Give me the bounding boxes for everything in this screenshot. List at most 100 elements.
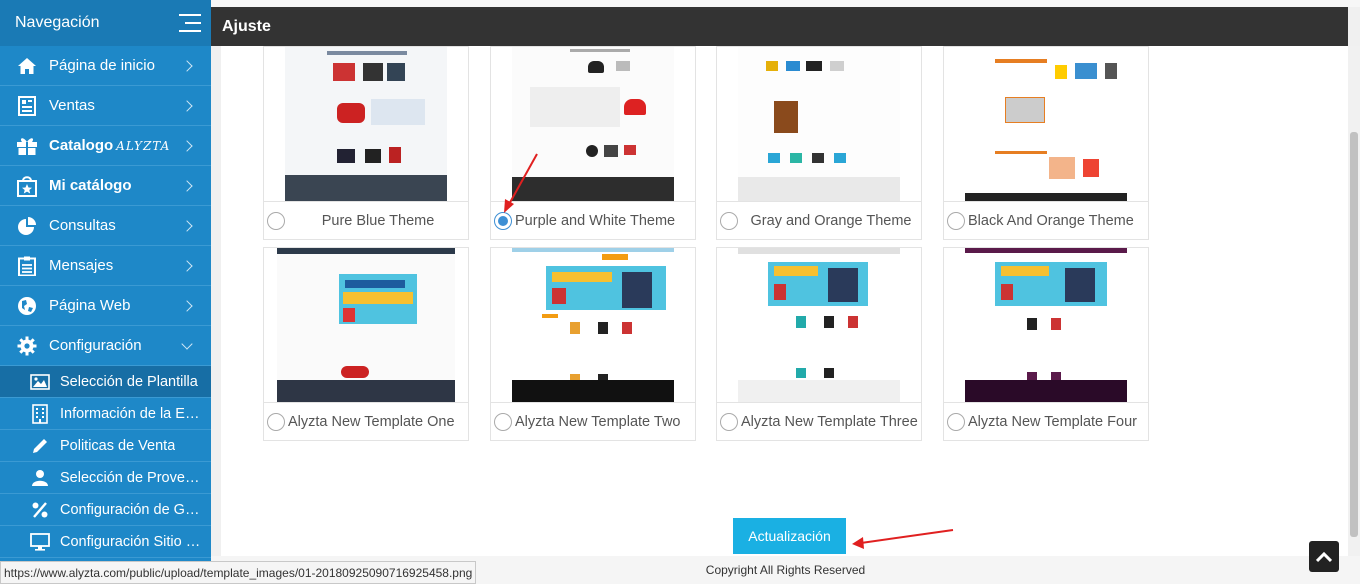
template-option[interactable]: Alyzta New Template Two [491, 402, 695, 440]
sidebar-item-configuracion[interactable]: Configuración [0, 326, 211, 366]
scroll-to-top-button[interactable] [1309, 541, 1339, 572]
sidebar-item-label: Página de inicio [49, 57, 155, 74]
chevron-right-icon [181, 59, 193, 72]
page-title: Ajuste [222, 17, 271, 35]
sidebar-item-mi-catalogo[interactable]: Mi catálogo [0, 166, 211, 206]
template-radio[interactable] [494, 412, 512, 431]
template-option[interactable]: Black And Orange Theme [944, 201, 1148, 239]
home-icon [16, 55, 38, 77]
template-card-alyzta-two[interactable]: Alyzta New Template Two [490, 247, 696, 441]
template-radio[interactable] [720, 211, 738, 230]
chevron-right-icon [181, 139, 193, 152]
chevron-down-icon [181, 337, 193, 350]
template-radio[interactable] [720, 412, 738, 431]
template-radio[interactable] [267, 412, 285, 431]
template-option[interactable]: Alyzta New Template Four [944, 402, 1148, 440]
template-card-black-orange[interactable]: Black And Orange Theme [943, 46, 1149, 240]
top-strip [211, 0, 1360, 7]
template-radio[interactable] [947, 211, 965, 230]
template-thumbnail[interactable] [965, 248, 1127, 402]
percent-icon [30, 500, 50, 520]
sidebar-item-consultas[interactable]: Consultas [0, 206, 211, 246]
chevron-right-icon [181, 219, 193, 232]
template-card-pure-blue[interactable]: Pure Blue Theme [263, 46, 469, 240]
template-name: Alyzta New Template Three [741, 413, 918, 430]
sidebar-item-catalogo[interactable]: Catalogo ALYZTA [0, 126, 211, 166]
chevron-right-icon [181, 99, 193, 112]
sidebar-subitem-seleccion-plantilla[interactable]: Selección de Plantilla [0, 366, 211, 398]
clipboard-icon [16, 255, 38, 277]
chevron-up-icon [1316, 551, 1332, 562]
template-radio[interactable] [267, 211, 285, 230]
sidebar-subitem-label: Politicas de Venta [60, 437, 176, 454]
vertical-scrollbar[interactable] [1348, 46, 1360, 556]
template-thumbnail[interactable] [512, 47, 674, 201]
sidebar-item-pagina-web[interactable]: Página Web [0, 286, 211, 326]
template-name: Pure Blue Theme [321, 212, 435, 229]
globe-icon [16, 295, 38, 317]
sidebar-subitem-label: Configuración Sitio Web [60, 533, 203, 550]
template-thumbnail[interactable] [738, 47, 900, 201]
template-card-alyzta-four[interactable]: Alyzta New Template Four [943, 247, 1149, 441]
sidebar-subitem-politicas-venta[interactable]: Politicas de Venta [0, 430, 211, 462]
template-thumbnail[interactable] [277, 248, 455, 402]
pencil-icon [30, 436, 50, 456]
sidebar-title: Navegación [15, 14, 100, 31]
chevron-right-icon [181, 299, 193, 312]
template-radio[interactable] [947, 412, 965, 431]
template-thumbnail[interactable] [512, 248, 674, 402]
template-option[interactable]: Purple and White Theme [491, 201, 695, 239]
template-option[interactable]: Gray and Orange Theme [717, 201, 921, 239]
copyright-text: Copyright All Rights Reserved [705, 563, 866, 577]
template-option[interactable]: Alyzta New Template One [264, 402, 468, 440]
gift-icon [16, 135, 38, 157]
sidebar-subitem-label: Información de la Empresa [60, 405, 203, 422]
monitor-icon [30, 532, 50, 552]
sidebar-subitem-configuracion-ganancias[interactable]: Configuración de Ganancias [0, 494, 211, 526]
user-icon [30, 468, 50, 488]
update-button[interactable]: Actualización [733, 518, 846, 554]
chevron-right-icon [181, 259, 193, 272]
sidebar: Navegación Página de inicio Ventas Catal… [0, 0, 211, 584]
sidebar-subitem-label: Configuración de Ganancias [60, 501, 203, 518]
sidebar-item-inicio[interactable]: Página de inicio [0, 46, 211, 86]
template-thumbnail[interactable] [285, 47, 447, 201]
scrollbar-thumb[interactable] [1350, 132, 1358, 537]
gear-icon [16, 335, 38, 357]
star-bag-icon [16, 175, 38, 197]
template-radio-selected[interactable] [494, 211, 512, 230]
image-icon [30, 372, 50, 392]
sidebar-item-label: Consultas [49, 217, 116, 234]
sidebar-item-mensajes[interactable]: Mensajes [0, 246, 211, 286]
sidebar-subitem-label: Selección de Plantilla [60, 373, 198, 390]
template-name: Purple and White Theme [515, 212, 676, 229]
browser-status-url: https://www.alyzta.com/public/upload/tem… [0, 561, 477, 584]
sidebar-item-label: Ventas [49, 97, 95, 114]
template-name: Alyzta New Template Four [968, 413, 1137, 430]
sidebar-header: Navegación [0, 0, 211, 46]
chevron-right-icon [181, 179, 193, 192]
sidebar-subitem-configuracion-sitio-web[interactable]: Configuración Sitio Web [0, 526, 211, 558]
template-name: Alyzta New Template Two [515, 413, 681, 430]
arrow-to-update-button [852, 529, 954, 549]
template-card-gray-orange[interactable]: Gray and Orange Theme [716, 46, 922, 240]
sidebar-subitem-informacion-empresa[interactable]: Información de la Empresa [0, 398, 211, 430]
template-name: Alyzta New Template One [288, 413, 455, 430]
sidebar-subitem-label: Selección de Proveedores [60, 469, 203, 486]
pie-chart-icon [16, 215, 38, 237]
template-card-alyzta-one[interactable]: Alyzta New Template One [263, 247, 469, 441]
template-option[interactable]: Pure Blue Theme [264, 201, 468, 239]
sidebar-item-label: Catalogo [49, 137, 114, 154]
receipt-icon [16, 95, 38, 117]
template-thumbnail[interactable] [738, 248, 900, 402]
hamburger-menu-icon[interactable] [179, 14, 201, 32]
sidebar-subitem-seleccion-proveedores[interactable]: Selección de Proveedores [0, 462, 211, 494]
main-content: Pure Blue Theme Purple and White Theme G… [211, 46, 1348, 556]
template-option[interactable]: Alyzta New Template Three [717, 402, 921, 440]
template-card-purple-white[interactable]: Purple and White Theme [490, 46, 696, 240]
sidebar-item-label: Página Web [49, 297, 131, 314]
template-card-alyzta-three[interactable]: Alyzta New Template Three [716, 247, 922, 441]
sidebar-item-ventas[interactable]: Ventas [0, 86, 211, 126]
sidebar-item-label: Configuración [49, 337, 142, 354]
template-thumbnail[interactable] [965, 47, 1127, 201]
